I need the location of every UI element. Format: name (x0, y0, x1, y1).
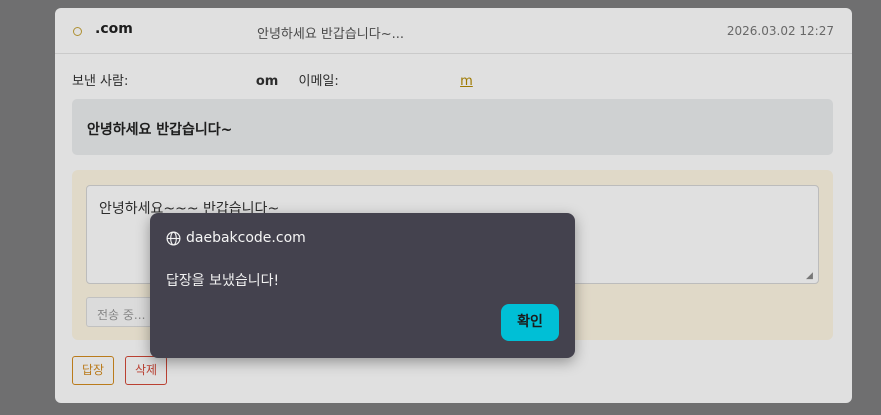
ok-button[interactable]: 확인 (501, 304, 559, 341)
alert-dialog: daebakcode.com 답장을 보냈습니다! 확인 (150, 213, 575, 358)
dialog-message: 답장을 보냈습니다! (166, 273, 280, 289)
dialog-site: daebakcode.com (186, 230, 306, 246)
dialog-title: daebakcode.com (166, 230, 306, 246)
globe-icon (166, 231, 181, 246)
